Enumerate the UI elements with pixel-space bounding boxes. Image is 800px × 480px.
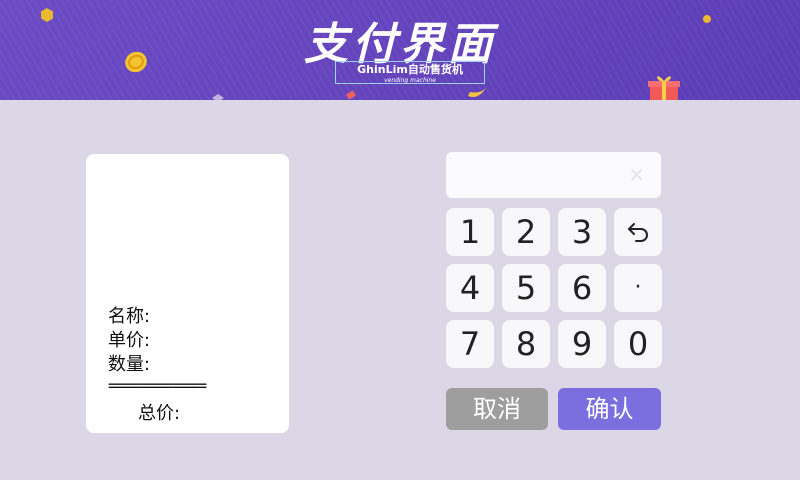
key-7[interactable]: 7 xyxy=(446,320,494,368)
total-price-label: 总价: xyxy=(138,403,181,424)
key-4[interactable]: 4 xyxy=(446,264,494,312)
backspace-icon xyxy=(628,223,648,242)
confirm-button[interactable]: 确认 xyxy=(558,388,661,430)
separator-line: ============ xyxy=(108,376,207,395)
key-backspace[interactable] xyxy=(614,208,662,256)
key-1[interactable]: 1 xyxy=(446,208,494,256)
key-5[interactable]: 5 xyxy=(502,264,550,312)
brand-name: GhinLim自动售货机 xyxy=(357,63,463,76)
key-2[interactable]: 2 xyxy=(502,208,550,256)
key-0[interactable]: 0 xyxy=(614,320,662,368)
product-price-label: 单价: xyxy=(108,330,151,351)
product-name-label: 名称: xyxy=(108,306,151,327)
key-6[interactable]: 6 xyxy=(558,264,606,312)
product-quantity-label: 数量: xyxy=(108,354,151,375)
gift-icon xyxy=(648,76,680,100)
candy-icon xyxy=(346,90,356,100)
header-banner: 支付界面 GhinLim自动售货机 vending machine xyxy=(0,0,800,100)
brand-subtitle: vending machine xyxy=(384,77,436,84)
gem-icon xyxy=(212,94,224,100)
close-icon[interactable]: ✕ xyxy=(628,165,645,185)
brand-logo: GhinLim自动售货机 vending machine xyxy=(335,61,485,84)
cancel-button[interactable]: 取消 xyxy=(446,388,548,430)
key-3[interactable]: 3 xyxy=(558,208,606,256)
amount-display[interactable]: ✕ xyxy=(446,152,661,198)
product-info-card: 名称: 单价: 数量: ============ 总价: xyxy=(86,154,289,433)
banana-icon xyxy=(468,88,486,97)
key-8[interactable]: 8 xyxy=(502,320,550,368)
key-9[interactable]: 9 xyxy=(558,320,606,368)
key-decimal[interactable]: · xyxy=(614,264,662,312)
